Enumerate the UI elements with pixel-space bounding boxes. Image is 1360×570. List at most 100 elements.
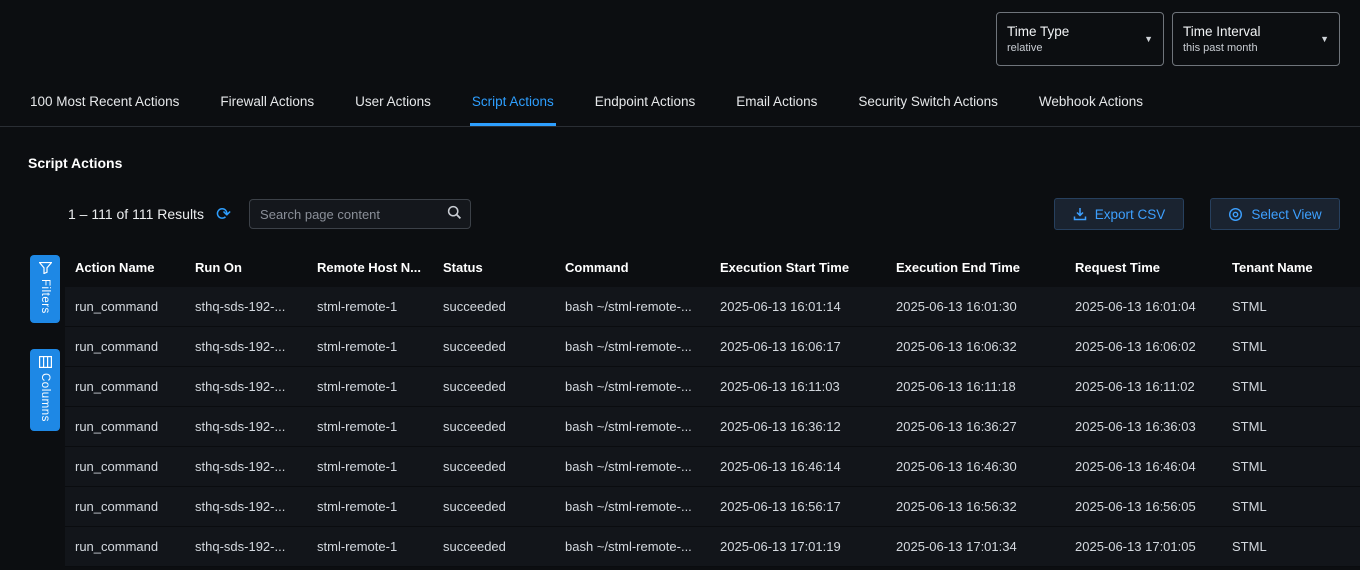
tab-webhook-actions[interactable]: Webhook Actions bbox=[1037, 94, 1145, 126]
table-cell: 2025-06-13 16:01:04 bbox=[1065, 299, 1222, 314]
table-cell: 2025-06-13 16:46:14 bbox=[710, 459, 886, 474]
table-cell: stml-remote-1 bbox=[307, 419, 433, 434]
topbar: Time Type relative ▼ Time Interval this … bbox=[0, 0, 1360, 78]
table-cell: stml-remote-1 bbox=[307, 499, 433, 514]
table-cell: 2025-06-13 16:11:02 bbox=[1065, 379, 1222, 394]
table-cell: bash ~/stml-remote-... bbox=[555, 419, 710, 434]
column-header[interactable]: Execution End Time bbox=[886, 260, 1065, 275]
tab-script-actions[interactable]: Script Actions bbox=[470, 94, 556, 126]
table-cell: STML bbox=[1222, 379, 1360, 394]
time-type-value: relative bbox=[1007, 42, 1138, 54]
chevron-down-icon: ▼ bbox=[1314, 34, 1329, 44]
tab-email-actions[interactable]: Email Actions bbox=[734, 94, 819, 126]
table-cell: STML bbox=[1222, 419, 1360, 434]
table-row[interactable]: run_commandsthq-sds-192-...stml-remote-1… bbox=[65, 327, 1360, 367]
table-cell: 2025-06-13 16:11:18 bbox=[886, 379, 1065, 394]
table-cell: 2025-06-13 17:01:34 bbox=[886, 539, 1065, 554]
table-cell: succeeded bbox=[433, 339, 555, 354]
table-cell: stml-remote-1 bbox=[307, 539, 433, 554]
toolbar: 1 – 111 of 111 Results ⟳ Export CSV bbox=[0, 197, 1360, 231]
time-interval-dropdown[interactable]: Time Interval this past month ▼ bbox=[1172, 12, 1340, 66]
table-cell: 2025-06-13 16:06:32 bbox=[886, 339, 1065, 354]
tab-security-switch-actions[interactable]: Security Switch Actions bbox=[856, 94, 1000, 126]
table-cell: 2025-06-13 16:11:03 bbox=[710, 379, 886, 394]
table-cell: sthq-sds-192-... bbox=[185, 419, 307, 434]
table-cell: stml-remote-1 bbox=[307, 339, 433, 354]
download-icon bbox=[1073, 207, 1087, 221]
page-title: Script Actions bbox=[28, 155, 1360, 171]
column-header[interactable]: Execution Start Time bbox=[710, 260, 886, 275]
table-cell: bash ~/stml-remote-... bbox=[555, 299, 710, 314]
column-header[interactable]: Command bbox=[555, 260, 710, 275]
column-header[interactable]: Action Name bbox=[65, 260, 185, 275]
table-cell: 2025-06-13 16:36:27 bbox=[886, 419, 1065, 434]
table-row[interactable]: run_commandsthq-sds-192-...stml-remote-1… bbox=[65, 287, 1360, 327]
select-view-button[interactable]: Select View bbox=[1210, 198, 1340, 230]
table-header-row: Action NameRun OnRemote Host N...StatusC… bbox=[65, 247, 1360, 287]
table-row[interactable]: run_commandsthq-sds-192-...stml-remote-1… bbox=[65, 447, 1360, 487]
column-header[interactable]: Run On bbox=[185, 260, 307, 275]
table-cell: STML bbox=[1222, 539, 1360, 554]
table-cell: sthq-sds-192-... bbox=[185, 379, 307, 394]
column-header[interactable]: Remote Host N... bbox=[307, 260, 433, 275]
table-cell: 2025-06-13 16:56:32 bbox=[886, 499, 1065, 514]
column-header[interactable]: Request Time bbox=[1065, 260, 1222, 275]
table-cell: 2025-06-13 16:46:30 bbox=[886, 459, 1065, 474]
table-body: run_commandsthq-sds-192-...stml-remote-1… bbox=[65, 287, 1360, 567]
column-header[interactable]: Tenant Name bbox=[1222, 260, 1360, 275]
table-cell: run_command bbox=[65, 339, 185, 354]
table-row[interactable]: run_commandsthq-sds-192-...stml-remote-1… bbox=[65, 527, 1360, 567]
table-cell: 2025-06-13 16:01:14 bbox=[710, 299, 886, 314]
column-header[interactable]: Status bbox=[433, 260, 555, 275]
export-csv-label: Export CSV bbox=[1095, 207, 1166, 222]
table-cell: STML bbox=[1222, 499, 1360, 514]
table-cell: run_command bbox=[65, 499, 185, 514]
filter-icon bbox=[39, 262, 52, 274]
tab-bar: 100 Most Recent Actions Firewall Actions U… bbox=[0, 78, 1360, 127]
table-cell: 2025-06-13 16:06:17 bbox=[710, 339, 886, 354]
table-cell: run_command bbox=[65, 419, 185, 434]
table-cell: 2025-06-13 16:36:12 bbox=[710, 419, 886, 434]
table-cell: sthq-sds-192-... bbox=[185, 299, 307, 314]
table-row[interactable]: run_commandsthq-sds-192-...stml-remote-1… bbox=[65, 407, 1360, 447]
chevron-down-icon: ▼ bbox=[1138, 34, 1153, 44]
columns-button[interactable]: Columns bbox=[30, 349, 60, 431]
table-cell: 2025-06-13 16:56:17 bbox=[710, 499, 886, 514]
search-box bbox=[249, 199, 471, 229]
tab-100-most-recent-actions[interactable]: 100 Most Recent Actions bbox=[28, 94, 181, 126]
table-cell: run_command bbox=[65, 379, 185, 394]
search-input[interactable] bbox=[260, 207, 447, 222]
table-cell: bash ~/stml-remote-... bbox=[555, 539, 710, 554]
table-cell: bash ~/stml-remote-... bbox=[555, 459, 710, 474]
table-cell: run_command bbox=[65, 539, 185, 554]
table-cell: 2025-06-13 16:56:05 bbox=[1065, 499, 1222, 514]
table-cell: 2025-06-13 16:06:02 bbox=[1065, 339, 1222, 354]
table-cell: stml-remote-1 bbox=[307, 379, 433, 394]
filters-button[interactable]: Filters bbox=[30, 255, 60, 323]
table-cell: succeeded bbox=[433, 499, 555, 514]
actions-table: Action NameRun OnRemote Host N...StatusC… bbox=[65, 247, 1360, 567]
tab-firewall-actions[interactable]: Firewall Actions bbox=[218, 94, 316, 126]
table-cell: 2025-06-13 16:36:03 bbox=[1065, 419, 1222, 434]
table-cell: bash ~/stml-remote-... bbox=[555, 499, 710, 514]
tab-endpoint-actions[interactable]: Endpoint Actions bbox=[593, 94, 698, 126]
table-cell: sthq-sds-192-... bbox=[185, 499, 307, 514]
table-cell: succeeded bbox=[433, 459, 555, 474]
refresh-icon[interactable]: ⟳ bbox=[216, 205, 231, 223]
table-cell: succeeded bbox=[433, 299, 555, 314]
filters-label: Filters bbox=[39, 279, 51, 314]
tab-user-actions[interactable]: User Actions bbox=[353, 94, 433, 126]
table-cell: sthq-sds-192-... bbox=[185, 459, 307, 474]
table-row[interactable]: run_commandsthq-sds-192-...stml-remote-1… bbox=[65, 367, 1360, 407]
toolbar-buttons: Export CSV Select View bbox=[1054, 198, 1340, 230]
time-type-dropdown[interactable]: Time Type relative ▼ bbox=[996, 12, 1164, 66]
table-cell: STML bbox=[1222, 299, 1360, 314]
table-cell: stml-remote-1 bbox=[307, 459, 433, 474]
table-row[interactable]: run_commandsthq-sds-192-...stml-remote-1… bbox=[65, 487, 1360, 527]
table-cell: run_command bbox=[65, 299, 185, 314]
table-cell: STML bbox=[1222, 339, 1360, 354]
table-cell: sthq-sds-192-... bbox=[185, 539, 307, 554]
table-cell: stml-remote-1 bbox=[307, 299, 433, 314]
export-csv-button[interactable]: Export CSV bbox=[1054, 198, 1184, 230]
table-cell: 2025-06-13 17:01:19 bbox=[710, 539, 886, 554]
